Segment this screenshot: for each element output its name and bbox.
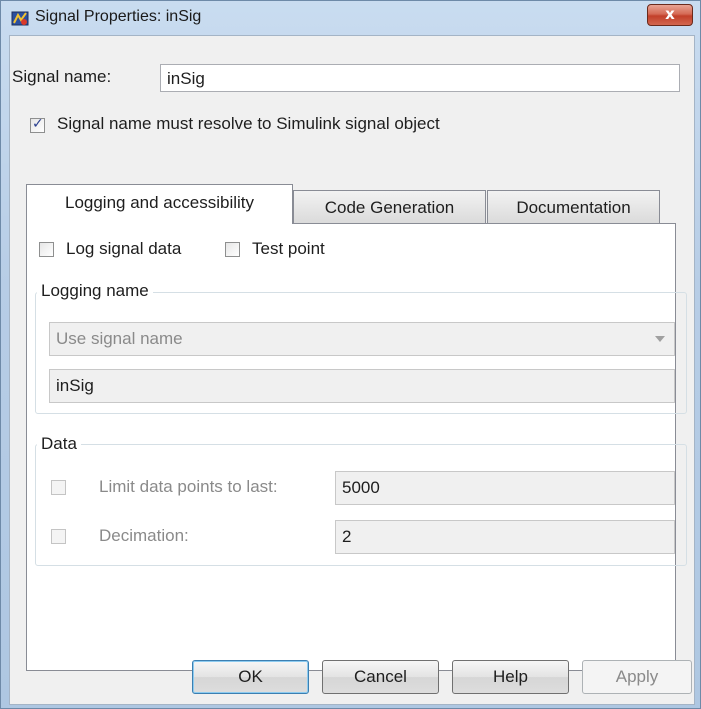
signal-name-input[interactable]: inSig [160,64,680,92]
tab-code-generation[interactable]: Code Generation [293,190,486,224]
close-button[interactable]: x [647,4,693,26]
log-signal-data-checkbox[interactable] [39,242,54,257]
data-group-title: Data [37,434,81,454]
cancel-button[interactable]: Cancel [322,660,439,694]
tab-documentation[interactable]: Documentation [487,190,660,224]
resolve-signal-checkbox[interactable] [30,116,45,133]
apply-button[interactable]: Apply [582,660,692,694]
logging-name-group-title: Logging name [37,281,153,301]
simulink-signal-icon [11,11,29,26]
tab-logging-and-accessibility[interactable]: Logging and accessibility [26,184,293,224]
window-title: Signal Properties: inSig [35,8,202,25]
resolve-signal-label: Signal name must resolve to Simulink sig… [57,114,440,133]
decimation-checkbox[interactable] [51,529,66,544]
ok-button[interactable]: OK [192,660,309,694]
dialog-window: Signal Properties: inSig x Signal name: … [0,0,701,709]
logging-name-input[interactable]: inSig [49,369,675,403]
decimation-label: Decimation: [99,526,189,545]
limit-data-points-checkbox[interactable] [51,480,66,495]
dialog-body: Signal name: inSig Signal name must reso… [9,35,695,705]
tab-panel-logging: Log signal data Test point Logging name … [26,223,687,671]
chevron-down-icon [655,336,665,342]
title-bar[interactable]: Signal Properties: inSig x [1,1,700,35]
help-button[interactable]: Help [452,660,569,694]
signal-name-label: Signal name: [12,67,112,86]
tab-label: Documentation [516,198,631,217]
log-signal-data-label: Log signal data [66,239,182,258]
test-point-checkbox[interactable] [225,242,240,257]
decimation-input[interactable]: 2 [335,520,675,554]
limit-data-points-label: Limit data points to last: [99,477,278,496]
logging-name-mode-select[interactable]: Use signal name [49,322,675,356]
limit-data-points-input[interactable]: 5000 [335,471,675,505]
test-point-label: Test point [252,239,325,258]
logging-name-mode-value: Use signal name [56,329,183,348]
tab-label: Logging and accessibility [64,193,254,212]
tab-label: Code Generation [324,198,455,217]
close-icon: x [665,5,675,23]
